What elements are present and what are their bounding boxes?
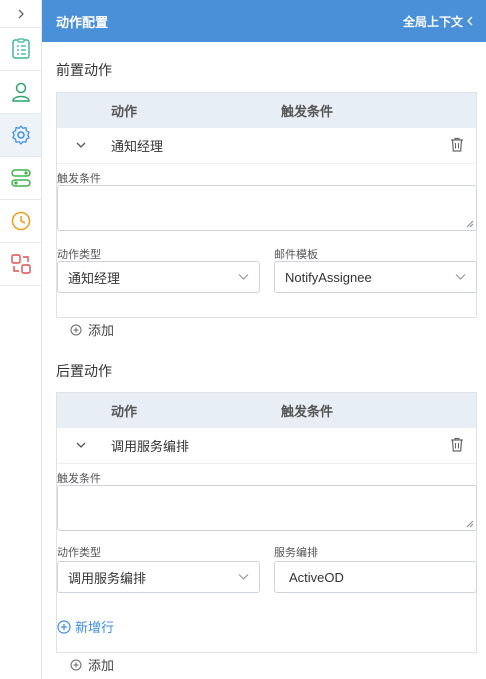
exchange-icon: [10, 254, 31, 274]
action-type-select[interactable]: 通知经理: [57, 261, 260, 293]
trigger-condition-label: 触发条件: [57, 473, 101, 485]
chevron-down-icon[interactable]: [75, 439, 87, 451]
post-actions-table-header: 动作 触发条件: [57, 393, 476, 428]
sidebar-item-settings[interactable]: [0, 114, 41, 157]
post-actions-add-button[interactable]: 添加: [70, 655, 114, 674]
sidebar-item-exchange[interactable]: [0, 243, 41, 286]
mail-template-select[interactable]: NotifyAssignee: [274, 261, 477, 293]
column-header-trigger: 触发条件: [281, 104, 334, 119]
action-type-label: 动作类型: [57, 249, 101, 261]
panel-header: 动作配置 全局上下文: [42, 0, 486, 42]
global-context-link[interactable]: 全局上下文: [403, 13, 474, 30]
add-label: 添加: [88, 323, 115, 338]
resize-grip-icon[interactable]: [466, 220, 474, 228]
page-title: 动作配置: [56, 14, 109, 30]
chevron-down-icon: [238, 574, 249, 580]
action-type-value: 通知经理: [68, 270, 121, 286]
column-header-trigger: 触发条件: [281, 404, 334, 419]
sidebar-item-checklist[interactable]: [0, 28, 41, 71]
plus-circle-icon: [70, 324, 82, 335]
user-icon: [11, 82, 30, 102]
pre-actions-table-header: 动作 触发条件: [57, 93, 476, 128]
table-row[interactable]: 通知经理: [57, 128, 476, 164]
clock-icon: [11, 211, 30, 231]
pre-actions-title: 前置动作: [56, 62, 112, 78]
mail-template-value: NotifyAssignee: [285, 269, 372, 285]
trigger-condition-textarea[interactable]: [57, 485, 477, 531]
service-orchestration-value: ActiveOD: [289, 569, 344, 585]
checklist-icon: [11, 38, 30, 59]
trash-icon[interactable]: [450, 137, 464, 152]
post-actions-title: 后置动作: [56, 363, 112, 379]
chevron-left-icon: [467, 16, 473, 26]
sidebar-item-user[interactable]: [0, 71, 41, 114]
sidebar-rail: [0, 0, 42, 679]
new-row-button[interactable]: 新增行: [57, 617, 114, 636]
trash-icon[interactable]: [450, 437, 464, 452]
post-actions-card: 动作 触发条件 调用服务编排 触发条件 动作类型 调用服务编排 服务编排 Act…: [56, 392, 477, 653]
pre-actions-add-button[interactable]: 添加: [70, 320, 114, 339]
collapse-toggle[interactable]: [0, 0, 41, 28]
table-row[interactable]: 调用服务编排: [57, 428, 476, 464]
new-row-label: 新增行: [75, 620, 115, 635]
action-name: 通知经理: [111, 139, 164, 154]
global-context-label: 全局上下文: [402, 14, 463, 29]
gear-icon: [11, 125, 30, 145]
resize-grip-icon[interactable]: [466, 520, 474, 528]
service-orchestration-label: 服务编排: [274, 547, 318, 559]
chevron-down-icon: [455, 274, 466, 280]
column-header-action: 动作: [111, 404, 138, 419]
plus-circle-icon: [70, 659, 82, 670]
action-name: 调用服务编排: [111, 439, 190, 454]
service-orchestration-input[interactable]: ActiveOD: [274, 561, 477, 593]
sidebar-item-clock[interactable]: [0, 200, 41, 243]
action-type-value: 调用服务编排: [68, 570, 147, 586]
action-config-panel: 动作配置 全局上下文 前置动作 动作 触发条件 通知经理 触发条件 动作类型 通…: [42, 0, 486, 679]
column-header-action: 动作: [111, 104, 138, 119]
trigger-condition-label: 触发条件: [57, 173, 101, 185]
action-type-label: 动作类型: [57, 547, 101, 559]
pre-actions-card: 动作 触发条件 通知经理 触发条件 动作类型 通知经理 邮件模板 NotifyA…: [56, 92, 477, 318]
plus-circle-icon: [57, 619, 71, 634]
mail-template-label: 邮件模板: [274, 249, 318, 261]
chevron-right-icon[interactable]: [16, 8, 26, 20]
chevron-down-icon[interactable]: [75, 139, 87, 151]
trigger-condition-textarea[interactable]: [57, 185, 477, 231]
add-label: 添加: [88, 658, 115, 673]
chevron-down-icon: [238, 274, 249, 280]
toggle-icon: [10, 169, 31, 187]
sidebar-item-toggle[interactable]: [0, 157, 41, 200]
action-type-select[interactable]: 调用服务编排: [57, 561, 260, 593]
